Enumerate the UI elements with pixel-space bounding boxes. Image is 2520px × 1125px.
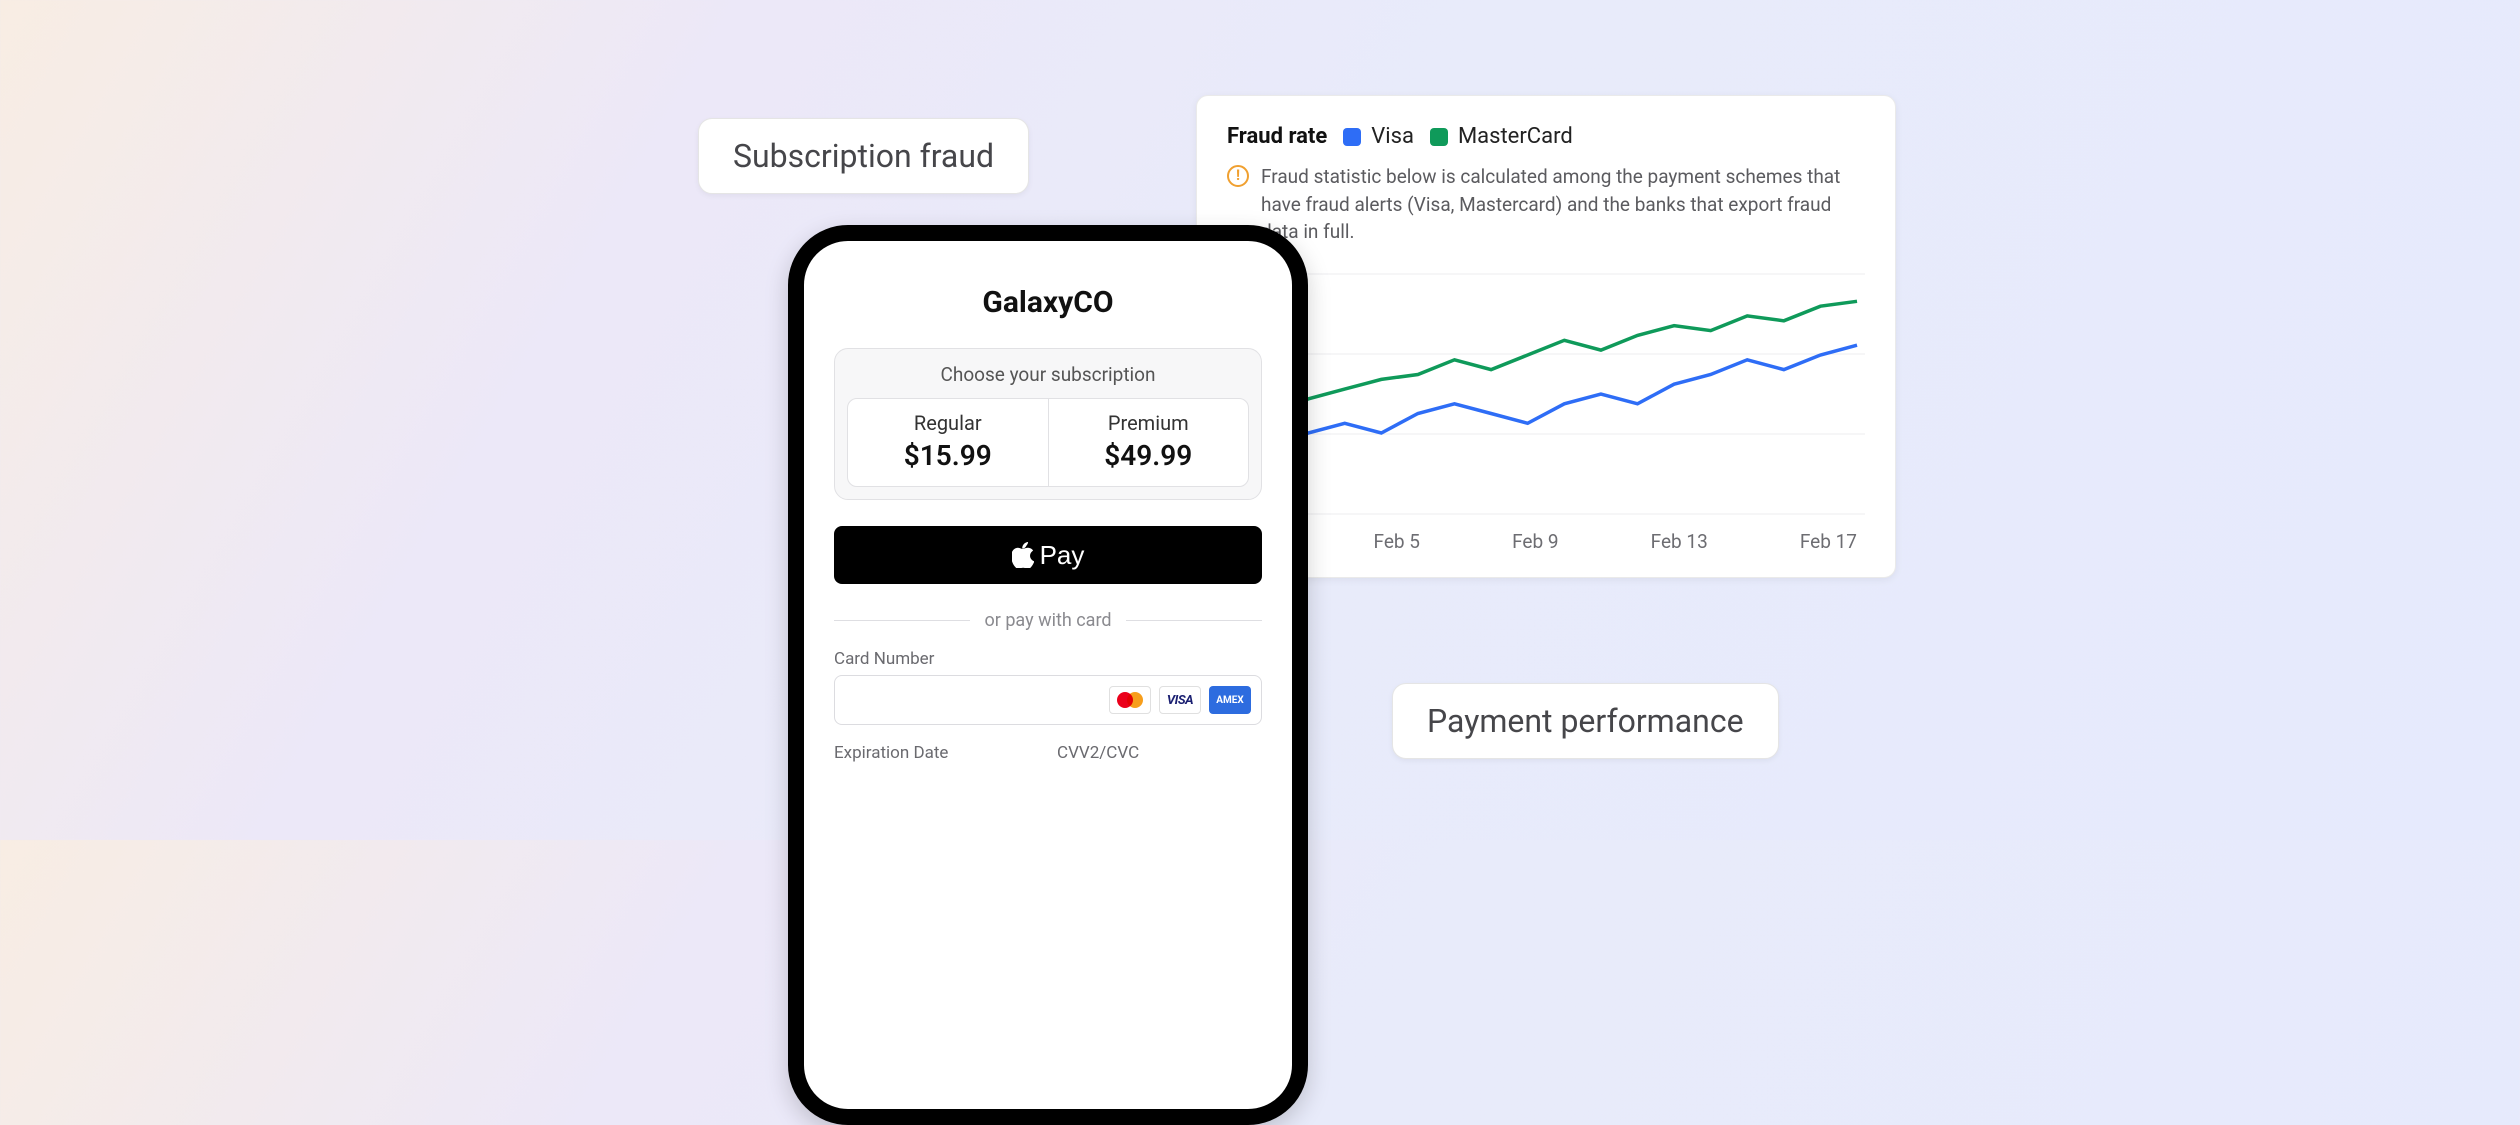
chart-x-labels: Feb 1 Feb 5 Feb 9 Feb 13 Feb 17 — [1227, 524, 1865, 553]
plan-name: Premium — [1053, 411, 1245, 435]
legend-swatch-mastercard — [1430, 128, 1448, 146]
x-label: Feb 5 — [1374, 530, 1420, 553]
legend-label-mastercard: MasterCard — [1458, 124, 1573, 149]
plan-regular[interactable]: Regular $15.99 — [848, 399, 1048, 486]
or-divider: or pay with card — [834, 610, 1262, 631]
plan-premium[interactable]: Premium $49.99 — [1048, 399, 1249, 486]
series-visa — [1235, 345, 1857, 452]
x-label: Feb 13 — [1651, 530, 1708, 553]
plan-options: Regular $15.99 Premium $49.99 — [847, 398, 1249, 487]
apple-pay-label: Pay — [1040, 540, 1085, 571]
card-number-label: Card Number — [834, 649, 1262, 669]
series-mastercard — [1235, 301, 1857, 418]
label-text: Payment performance — [1427, 702, 1744, 740]
mastercard-icon — [1109, 686, 1151, 714]
expiry-cvc-row: Expiration Date CVV2/CVC — [834, 743, 1262, 769]
legend-visa: Visa — [1343, 124, 1414, 149]
visa-icon: VISA — [1159, 686, 1201, 714]
plan-name: Regular — [852, 411, 1044, 435]
divider-line — [834, 620, 970, 621]
fraud-chart — [1227, 264, 1865, 524]
legend-label-visa: Visa — [1371, 124, 1414, 149]
subscription-selector: Choose your subscription Regular $15.99 … — [834, 348, 1262, 500]
plan-price: $15.99 — [852, 439, 1044, 472]
plan-price: $49.99 — [1053, 439, 1245, 472]
label-subscription-fraud: Subscription fraud — [698, 118, 1029, 194]
x-label: Feb 9 — [1512, 530, 1558, 553]
amex-icon: AMEX — [1209, 686, 1251, 714]
subscription-caption: Choose your subscription — [847, 363, 1249, 386]
label-text: Subscription fraud — [733, 137, 994, 175]
apple-logo-icon — [1012, 542, 1034, 568]
warning-icon: ! — [1227, 165, 1249, 187]
cvc-label: CVV2/CVC — [1057, 743, 1262, 763]
phone-mockup: GalaxyCO Choose your subscription Regula… — [788, 225, 1308, 1125]
fraud-chart-svg — [1227, 264, 1865, 524]
fraud-header: Fraud rate Visa MasterCard — [1227, 124, 1865, 149]
fraud-title: Fraud rate — [1227, 124, 1327, 149]
legend-mastercard: MasterCard — [1430, 124, 1573, 149]
apple-pay-button[interactable]: Pay — [834, 526, 1262, 584]
divider-line — [1126, 620, 1262, 621]
or-text: or pay with card — [984, 610, 1111, 631]
x-label: Feb 17 — [1800, 530, 1857, 553]
merchant-name: GalaxyCO — [834, 285, 1262, 320]
fraud-warning-text: Fraud statistic below is calculated amon… — [1261, 163, 1865, 246]
card-number-input[interactable]: VISA AMEX — [834, 675, 1262, 725]
expiration-label: Expiration Date — [834, 743, 1039, 763]
fraud-warning: ! Fraud statistic below is calculated am… — [1227, 163, 1865, 246]
label-payment-performance: Payment performance — [1392, 683, 1779, 759]
legend-swatch-visa — [1343, 128, 1361, 146]
